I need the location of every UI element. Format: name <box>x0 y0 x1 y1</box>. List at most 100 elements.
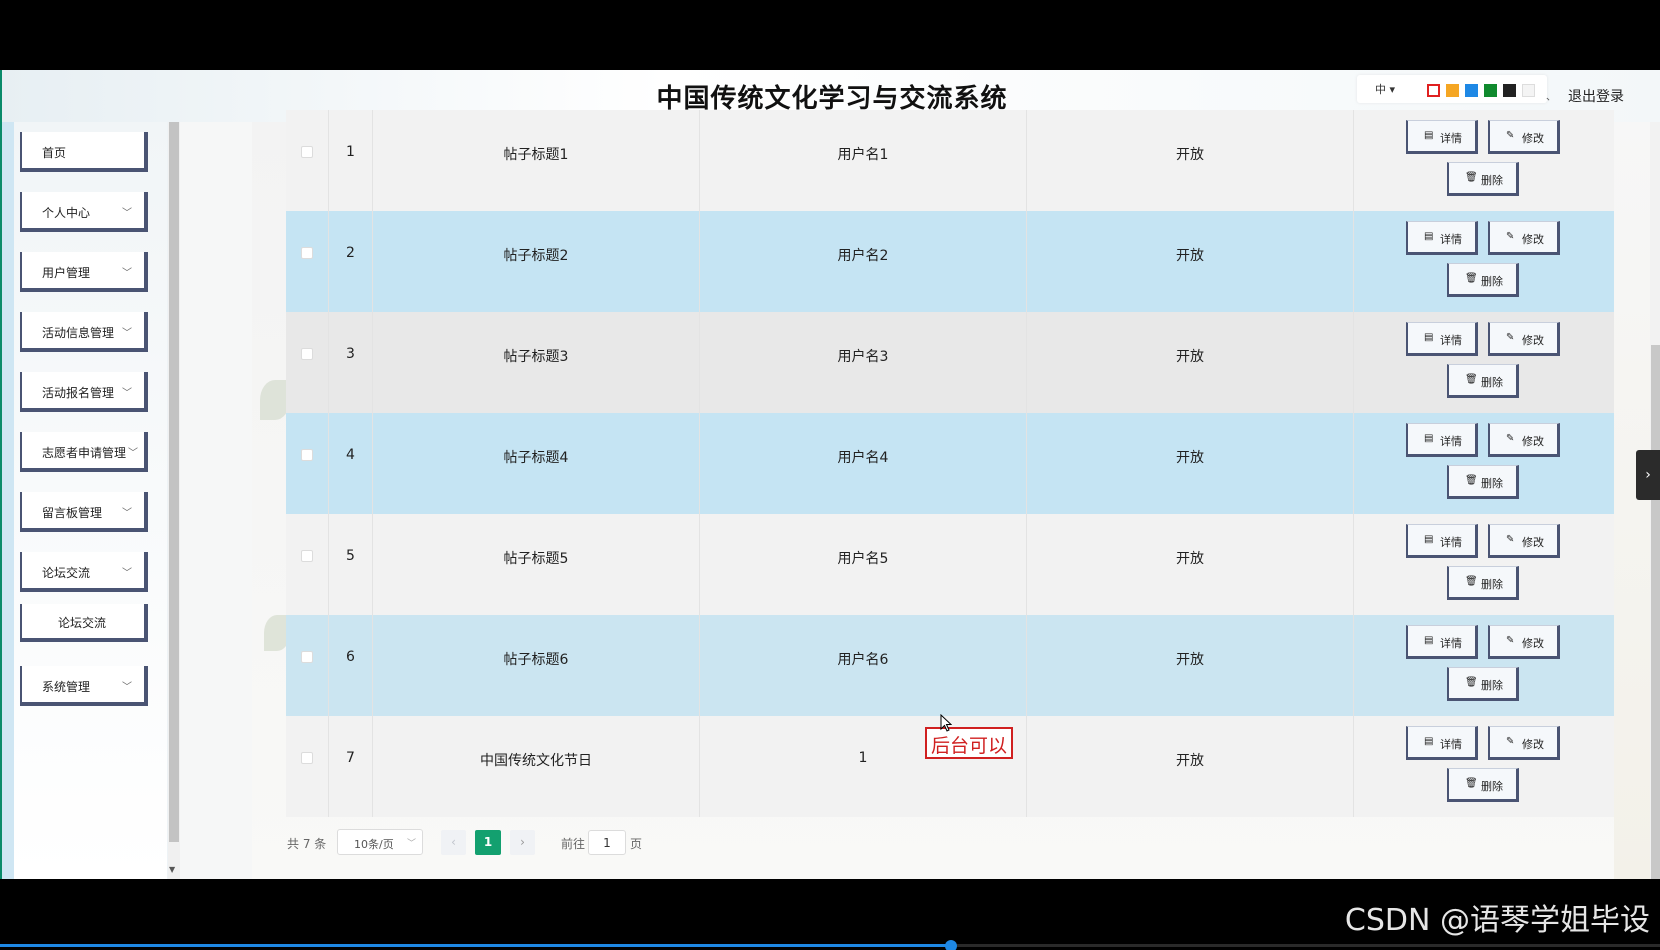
text-annotation-box[interactable]: 后台可以 <box>925 727 1014 759</box>
sidebar-item-volunteers[interactable]: 志愿者申请管理 ﹀ <box>20 432 148 472</box>
pagination-goto-label: 前往 <box>561 837 586 851</box>
button-label: 删除 <box>1481 275 1503 288</box>
button-label: 详情 <box>1440 435 1462 448</box>
theme-swatch-white[interactable] <box>1522 84 1535 97</box>
delete-button[interactable]: 🗑 删除 <box>1447 263 1519 297</box>
row-checkbox[interactable] <box>301 651 313 663</box>
column-divider <box>1353 514 1354 615</box>
post-title-cell: 帖子标题4 <box>503 450 569 466</box>
column-divider <box>699 716 700 817</box>
page-size-select[interactable]: 10条/页 ﹀ <box>337 829 423 855</box>
button-label: 详情 <box>1440 738 1462 751</box>
sidebar-item-profile[interactable]: 个人中心 ﹀ <box>20 192 148 232</box>
status-cell: 开放 <box>1176 147 1204 163</box>
detail-button[interactable]: ▤ 详情 <box>1406 322 1478 356</box>
document-icon: ▤ <box>1424 332 1434 343</box>
row-checkbox[interactable] <box>301 146 313 158</box>
delete-button[interactable]: 🗑 删除 <box>1447 364 1519 398</box>
table-row: 1 帖子标题1 用户名1 开放 ▤ 详情 ✎ 修改 🗑 删除 <box>286 110 1614 211</box>
sidebar-item-messages[interactable]: 留言板管理 ﹀ <box>20 492 148 532</box>
sidebar-item-label: 首页 <box>42 146 67 160</box>
sidebar-item-home[interactable]: 首页 <box>20 132 148 172</box>
pagination-prev-button[interactable]: ‹ <box>441 830 466 855</box>
button-label: 删除 <box>1481 174 1503 187</box>
edit-button[interactable]: ✎ 修改 <box>1488 221 1560 255</box>
sidebar-item-registrations[interactable]: 活动报名管理 ﹀ <box>20 372 148 412</box>
sidebar-scrollbar[interactable] <box>169 122 179 842</box>
delete-button[interactable]: 🗑 删除 <box>1447 162 1519 196</box>
status-cell: 开放 <box>1176 248 1204 264</box>
column-divider <box>328 716 329 817</box>
delete-button[interactable]: 🗑 删除 <box>1447 465 1519 499</box>
delete-button[interactable]: 🗑 删除 <box>1447 667 1519 701</box>
post-title-cell: 中国传统文化节日 <box>480 753 592 769</box>
document-icon: ▤ <box>1424 635 1434 646</box>
row-checkbox[interactable] <box>301 348 313 360</box>
edit-button[interactable]: ✎ 修改 <box>1488 120 1560 154</box>
row-checkbox[interactable] <box>301 247 313 259</box>
edit-button[interactable]: ✎ 修改 <box>1488 322 1560 356</box>
column-divider <box>328 211 329 312</box>
theme-swatch-black[interactable] <box>1503 84 1516 97</box>
language-select[interactable]: 中 ▾ <box>1375 81 1395 97</box>
sidebar-item-label: 用户管理 <box>42 266 91 280</box>
trash-icon: 🗑 <box>1465 778 1478 789</box>
sidebar-subitem-forum[interactable]: 论坛交流 <box>20 604 148 642</box>
scroll-down-icon[interactable]: ▼ <box>169 865 175 874</box>
pencil-icon: ✎ <box>1506 635 1515 646</box>
sidebar-item-label: 系统管理 <box>42 680 91 694</box>
edit-button[interactable]: ✎ 修改 <box>1488 726 1560 760</box>
detail-button[interactable]: ▤ 详情 <box>1406 120 1478 154</box>
detail-button[interactable]: ▤ 详情 <box>1406 524 1478 558</box>
pencil-icon: ✎ <box>1506 332 1515 343</box>
row-checkbox[interactable] <box>301 550 313 562</box>
row-checkbox[interactable] <box>301 752 313 764</box>
row-index: 1 <box>346 144 355 160</box>
delete-button[interactable]: 🗑 删除 <box>1447 768 1519 802</box>
chevron-down-icon: ﹀ <box>122 328 132 339</box>
edit-button[interactable]: ✎ 修改 <box>1488 625 1560 659</box>
document-icon: ▤ <box>1424 231 1434 242</box>
table-row: 4 帖子标题4 用户名4 开放 ▤ 详情 ✎ 修改 🗑 删除 <box>286 413 1614 514</box>
post-title-cell: 帖子标题1 <box>503 147 569 163</box>
theme-swatch-blue[interactable] <box>1465 84 1478 97</box>
row-checkbox[interactable] <box>301 449 313 461</box>
sidebar-item-system[interactable]: 系统管理 ﹀ <box>20 666 148 706</box>
column-divider <box>1353 110 1354 211</box>
theme-swatch-orange[interactable] <box>1446 84 1459 97</box>
button-label: 删除 <box>1481 679 1503 692</box>
column-divider <box>1353 716 1354 817</box>
document-icon: ▤ <box>1424 534 1434 545</box>
sidebar-item-label: 论坛交流 <box>42 566 91 580</box>
theme-swatch-green[interactable] <box>1484 84 1497 97</box>
trash-icon: 🗑 <box>1465 273 1478 284</box>
column-divider <box>328 514 329 615</box>
sidebar-item-forum[interactable]: 论坛交流 ﹀ <box>20 552 148 592</box>
button-label: 删除 <box>1481 376 1503 389</box>
detail-button[interactable]: ▤ 详情 <box>1406 423 1478 457</box>
main-scrollbar[interactable] <box>1651 345 1660 879</box>
detail-button[interactable]: ▤ 详情 <box>1406 726 1478 760</box>
detail-button[interactable]: ▤ 详情 <box>1406 625 1478 659</box>
sidebar-edge <box>2 122 14 879</box>
logout-button[interactable]: 退出登录 <box>1568 86 1624 106</box>
row-index: 5 <box>346 548 355 564</box>
column-divider <box>328 110 329 211</box>
pagination-page-button[interactable]: 1 <box>475 830 501 855</box>
delete-button[interactable]: 🗑 删除 <box>1447 566 1519 600</box>
app-window: 中国传统文化学习与交流系统 中 ▾ 、 退出登录 首页 个人中心 ﹀ 用户管理 <box>0 70 1660 879</box>
edit-button[interactable]: ✎ 修改 <box>1488 423 1560 457</box>
pagination-next-button[interactable]: › <box>510 830 535 855</box>
page-size-value: 10条/页 <box>354 838 394 851</box>
theme-swatch-red[interactable] <box>1427 84 1440 97</box>
edit-button[interactable]: ✎ 修改 <box>1488 524 1560 558</box>
sidebar-item-users[interactable]: 用户管理 ﹀ <box>20 252 148 292</box>
pagination-goto-input[interactable] <box>588 830 626 855</box>
trash-icon: 🗑 <box>1465 475 1478 486</box>
sidebar-item-activities[interactable]: 活动信息管理 ﹀ <box>20 312 148 352</box>
video-progress-handle[interactable] <box>945 940 958 950</box>
button-label: 详情 <box>1440 637 1462 650</box>
detail-button[interactable]: ▤ 详情 <box>1406 221 1478 255</box>
document-icon: ▤ <box>1424 130 1434 141</box>
side-panel-toggle-button[interactable]: › <box>1636 450 1660 500</box>
